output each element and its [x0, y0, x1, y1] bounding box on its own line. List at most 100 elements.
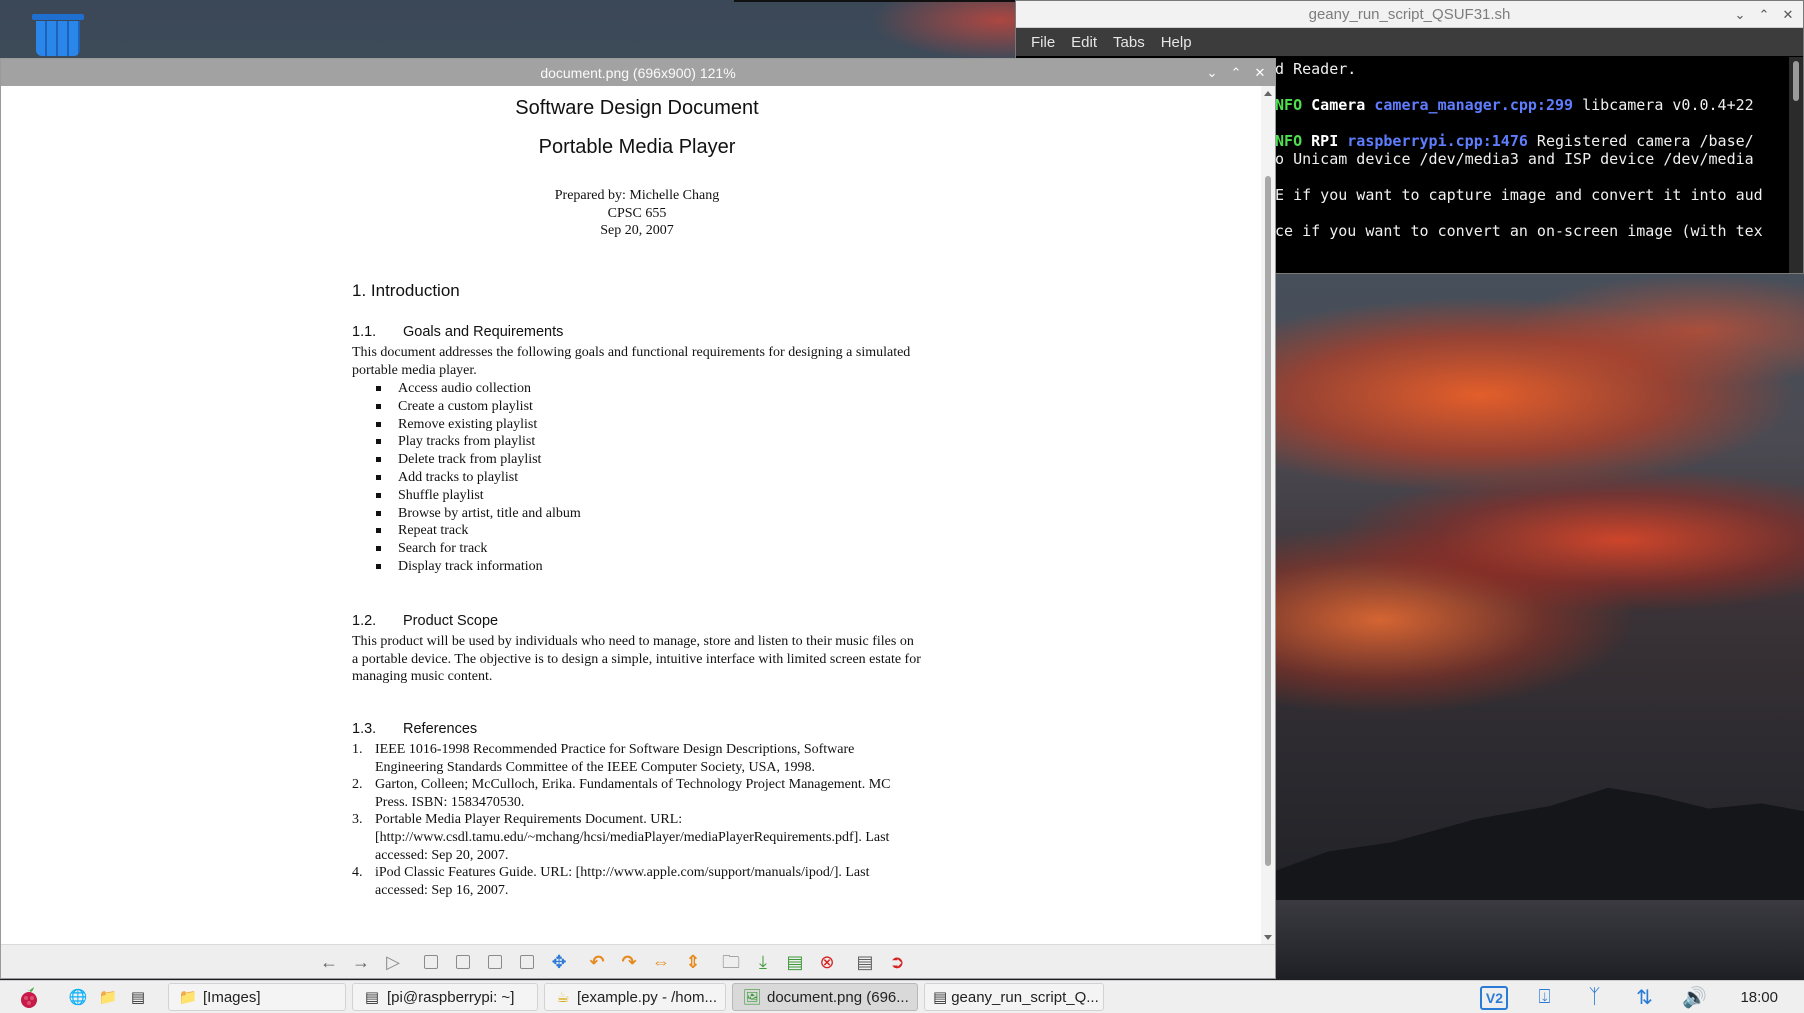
flip-vertical-icon[interactable]: ⇕	[680, 949, 706, 975]
image-canvas[interactable]: Software Design Document Portable Media …	[1, 86, 1262, 945]
flip-horizontal-icon[interactable]: ⇔	[648, 949, 674, 975]
list-item: Delete track from playlist	[376, 451, 581, 469]
reference-item: 2. Garton, Colleen; McCulloch, Erika. Fun…	[352, 777, 891, 810]
section-heading: 1. Introduction	[352, 281, 460, 300]
course: CPSC 655	[607, 205, 667, 221]
scroll-thumb[interactable]	[1265, 176, 1271, 866]
list-item: Create a custom playlist	[376, 398, 581, 416]
list-item: Search for track	[376, 540, 581, 558]
reference-item: 1. IEEE 1016-1998 Recommended Practice fo…	[352, 742, 855, 775]
taskbar-item-image-viewer[interactable]: 🖼 document.png (696...	[732, 983, 918, 1011]
zoom-fit-icon[interactable]	[418, 949, 444, 975]
document-subtitle: Portable Media Player	[538, 136, 736, 158]
viewer-title: document.png (696x900) 121%	[540, 64, 736, 81]
document-date: Sep 20, 2007	[600, 223, 674, 238]
close-icon[interactable]: ✕	[1253, 66, 1267, 79]
forward-arrow-icon[interactable]: →	[348, 949, 374, 975]
maximize-icon[interactable]: ⌃	[1229, 66, 1243, 79]
terminal-titlebar[interactable]: geany_run_script_QSUF31.sh ⌄ ⌃ ✕	[1016, 1, 1803, 28]
file-manager-icon[interactable]: 📁	[96, 986, 120, 1008]
delete-icon[interactable]: ⊗	[814, 949, 840, 975]
wallpaper-sea	[1275, 900, 1804, 980]
scroll-up-icon[interactable]	[1264, 91, 1272, 96]
subsection-heading: 1.3. References	[352, 721, 478, 737]
list-item: Remove existing playlist	[376, 416, 581, 434]
taskbar-item-geany[interactable]: ☕ [example.py - /hom...	[544, 983, 726, 1011]
terminal-menubar: File Edit Tabs Help	[1016, 28, 1803, 56]
terminal-launcher-icon[interactable]: ▤	[126, 986, 150, 1008]
maximize-icon[interactable]: ⌃	[1757, 8, 1771, 21]
zoom-in-icon[interactable]	[450, 949, 476, 975]
list-item: Display track information	[376, 558, 581, 576]
reference-item: 3. Portable Media Player Requirements Doc…	[352, 812, 890, 863]
list-item: Access audio collection	[376, 380, 581, 398]
rotate-right-icon[interactable]: ↷	[616, 949, 642, 975]
log-category: RPI	[1311, 132, 1339, 150]
save-icon[interactable]: ⤓	[750, 949, 776, 975]
taskbar: 🌐 📁 ▤ 📁 [Images] ▤ [pi@raspberrypi: ~] ☕…	[0, 980, 1804, 1013]
scroll-down-icon[interactable]	[1264, 935, 1272, 940]
save-as-icon[interactable]: ▤	[782, 949, 808, 975]
zoom-out-icon[interactable]	[482, 949, 508, 975]
network-icon[interactable]: ⇅	[1630, 985, 1658, 1010]
log-source: raspberrypi.cpp:1476	[1347, 132, 1528, 150]
play-icon[interactable]: ▷	[380, 949, 406, 975]
requirements-list: Access audio collection Create a custom …	[376, 380, 581, 576]
reference-item: 4. iPod Classic Features Guide. URL: [htt…	[352, 865, 870, 898]
menu-tabs[interactable]: Tabs	[1106, 34, 1152, 51]
list-item: Shuffle playlist	[376, 487, 581, 505]
minimize-icon[interactable]: ⌄	[1205, 66, 1219, 79]
taskbar-item-geany-script[interactable]: ▤ geany_run_script_Q...	[924, 983, 1104, 1011]
log-source: camera_manager.cpp:299	[1374, 96, 1574, 114]
exit-icon[interactable]: ➲	[884, 949, 910, 975]
open-file-icon[interactable]: 🗀	[718, 949, 744, 975]
trash-bin-icon[interactable]	[32, 14, 84, 56]
log-message: Registered camera /base/	[1527, 132, 1754, 150]
list-item: Repeat track	[376, 522, 581, 540]
preferences-icon[interactable]: ▤	[852, 949, 878, 975]
viewer-titlebar[interactable]: document.png (696x900) 121% ⌄ ⌃ ✕	[1, 59, 1275, 86]
web-browser-icon[interactable]: 🌐	[66, 986, 90, 1008]
fullscreen-icon[interactable]: ✥	[546, 949, 572, 975]
download-icon[interactable]: ⍗	[1530, 986, 1558, 1009]
image-viewer-window[interactable]: document.png (696x900) 121% ⌄ ⌃ ✕ Softwa…	[0, 58, 1276, 979]
menu-help[interactable]: Help	[1154, 34, 1199, 51]
terminal-icon: ▤	[933, 989, 948, 1006]
minimize-icon[interactable]: ⌄	[1733, 8, 1747, 21]
rotate-left-icon[interactable]: ↶	[584, 949, 610, 975]
terminal-scrollbar[interactable]	[1789, 57, 1803, 273]
raspberry-menu-icon[interactable]	[14, 984, 44, 1010]
system-tray: V2 ⍗ ᛉ ⇅ 🔊 18:00	[1480, 981, 1804, 1013]
terminal-icon: ▤	[364, 989, 380, 1006]
document-author-block: Prepared by: Michelle Chang CPSC 655 Sep…	[352, 187, 922, 240]
paragraph: This document addresses the following go…	[352, 345, 911, 378]
viewer-toolbar: ← → ▷ ✥ ↶ ↷ ⇔ ⇕ 🗀 ⤓ ▤ ⊗ ▤ ➲	[1, 944, 1275, 978]
prepared-by: Prepared by: Michelle Chang	[554, 188, 720, 203]
subsection-heading: 1.2. Product Scope	[352, 613, 499, 629]
list-item: Browse by artist, title and album	[376, 505, 581, 523]
volume-icon[interactable]: 🔊	[1680, 985, 1708, 1010]
menu-edit[interactable]: Edit	[1064, 34, 1104, 51]
list-item: Add tracks to playlist	[376, 469, 581, 487]
menu-file[interactable]: File	[1024, 34, 1062, 51]
taskbar-item-terminal[interactable]: ▤ [pi@raspberrypi: ~]	[352, 983, 538, 1011]
geany-icon: ☕	[556, 989, 570, 1006]
viewer-scrollbar[interactable]	[1261, 86, 1275, 945]
references-list: 1. IEEE 1016-1998 Recommended Practice fo…	[352, 741, 922, 899]
paragraph: This product will be used by individuals…	[352, 634, 921, 685]
zoom-original-icon[interactable]	[514, 949, 540, 975]
folder-icon: 📁	[178, 989, 198, 1006]
log-category: Camera	[1311, 96, 1366, 114]
subsection-heading: 1.1. Goals and Requirements	[352, 324, 564, 340]
taskbar-item-images[interactable]: 📁 [Images]	[168, 983, 346, 1011]
log-message: libcamera v0.0.4+22	[1573, 96, 1754, 114]
close-icon[interactable]: ✕	[1781, 8, 1795, 21]
vnc-icon[interactable]: V2	[1480, 985, 1509, 1010]
list-item: Play tracks from playlist	[376, 433, 581, 451]
terminal-title: geany_run_script_QSUF31.sh	[1308, 5, 1511, 23]
bluetooth-icon[interactable]: ᛉ	[1580, 986, 1608, 1009]
back-arrow-icon[interactable]: ←	[316, 949, 342, 975]
clock[interactable]: 18:00	[1740, 989, 1778, 1006]
document-title: Software Design Document	[515, 97, 759, 119]
image-viewer-icon: 🖼	[742, 989, 762, 1006]
